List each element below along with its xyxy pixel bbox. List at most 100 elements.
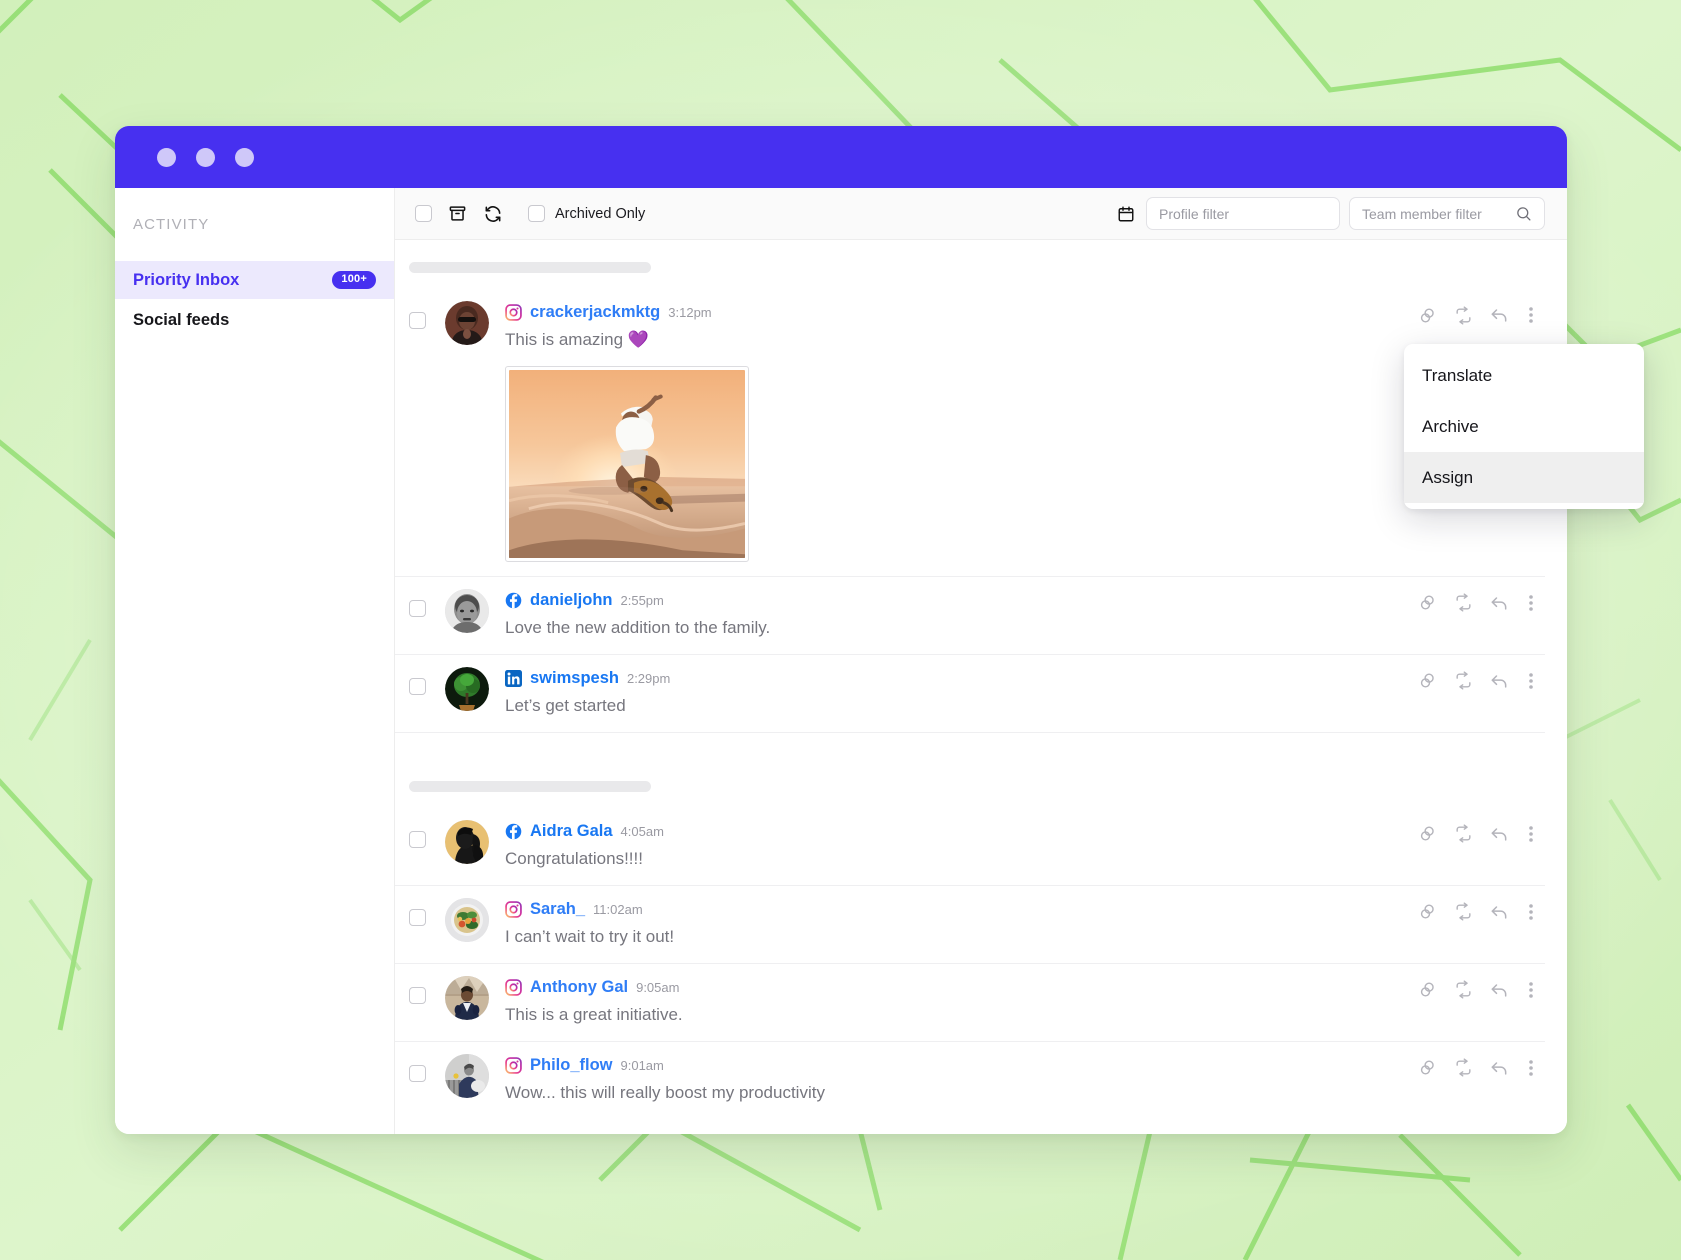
reply-icon[interactable] [1489, 980, 1509, 1000]
context-menu[interactable]: Translate Archive Assign [1404, 344, 1644, 509]
duplicate-icon[interactable] [1417, 980, 1437, 1000]
reply-icon[interactable] [1489, 593, 1509, 613]
message-row[interactable]: swimspesh 2:29pm Let’s get started [395, 655, 1545, 733]
duplicate-icon[interactable] [1417, 671, 1437, 691]
calendar-icon[interactable] [1115, 203, 1137, 225]
message-author[interactable]: Aidra Gala [530, 822, 613, 841]
message-actions [1417, 671, 1537, 691]
message-checkbox[interactable] [409, 830, 426, 848]
message-time: 11:02am [593, 901, 643, 917]
retweet-icon[interactable] [1453, 593, 1473, 613]
message-body: Anthony Gal 9:05am This is a great initi… [505, 976, 1545, 1027]
message-row[interactable]: Anthony Gal 9:05am This is a great initi… [395, 964, 1545, 1042]
retweet-icon[interactable] [1453, 824, 1473, 844]
message-checkbox[interactable] [409, 1064, 426, 1082]
message-author[interactable]: crackerjackmktg [530, 303, 660, 322]
message-row[interactable]: crackerjackmktg 3:12pm This is amazing 💜 [395, 289, 1545, 577]
window-titlebar [115, 126, 1567, 188]
message-text: Wow... this will really boost my product… [505, 1082, 825, 1102]
linkedin-icon [505, 669, 522, 687]
profile-filter-placeholder: Profile filter [1159, 205, 1230, 222]
search-icon[interactable] [1515, 205, 1532, 222]
message-row[interactable]: Sarah_ 11:02am I can’t wait to try it ou… [395, 886, 1545, 964]
main-panel: Archived Only Profile filter Team member… [395, 188, 1567, 1134]
select-all-checkbox[interactable] [415, 205, 432, 222]
message-row[interactable]: Philo_flow 9:01am Wow... this will reall… [395, 1042, 1545, 1119]
archive-icon[interactable] [446, 203, 468, 225]
reply-icon[interactable] [1489, 1058, 1509, 1078]
message-checkbox[interactable] [409, 677, 426, 695]
message-checkbox[interactable] [409, 599, 426, 617]
message-header: swimspesh 2:29pm [505, 669, 1545, 688]
reply-icon[interactable] [1489, 902, 1509, 922]
profile-filter-input[interactable]: Profile filter [1146, 197, 1340, 230]
message-attachment-image[interactable] [505, 365, 749, 562]
date-separator-skeleton [409, 780, 651, 792]
message-time: 9:05am [636, 979, 680, 995]
more-options-icon[interactable] [1525, 1058, 1537, 1078]
message-checkbox[interactable] [409, 312, 426, 329]
message-checkbox[interactable] [409, 986, 426, 1004]
avatar [445, 897, 489, 942]
sidebar-item-social-feeds[interactable]: Social feeds [115, 301, 394, 339]
message-header: Aidra Gala 4:05am [505, 822, 1545, 841]
message-author[interactable]: danieljohn [530, 591, 613, 610]
window-dot-minimize[interactable] [196, 147, 215, 167]
sidebar-item-label: Priority Inbox [133, 270, 240, 289]
message-feed[interactable]: crackerjackmktg 3:12pm This is amazing 💜 [395, 240, 1567, 1134]
app-window: ACTIVITY Priority Inbox 100+ Social feed… [115, 126, 1567, 1134]
reply-icon[interactable] [1489, 671, 1509, 691]
retweet-icon[interactable] [1453, 980, 1473, 1000]
message-header: danieljohn 2:55pm [505, 591, 1545, 610]
message-row[interactable]: danieljohn 2:55pm Love the new addition … [395, 577, 1545, 655]
duplicate-icon[interactable] [1417, 593, 1437, 613]
message-header: Philo_flow 9:01am [505, 1056, 1545, 1075]
avatar [445, 819, 489, 864]
more-options-icon[interactable] [1525, 671, 1537, 691]
menu-item-assign[interactable]: Assign [1404, 452, 1644, 503]
retweet-icon[interactable] [1453, 1058, 1473, 1078]
message-body: Sarah_ 11:02am I can’t wait to try it ou… [505, 898, 1545, 949]
retweet-icon[interactable] [1453, 902, 1473, 922]
message-row[interactable]: Aidra Gala 4:05am Congratulations!!!! [395, 808, 1545, 886]
duplicate-icon[interactable] [1417, 305, 1437, 325]
message-time: 4:05am [620, 823, 664, 839]
avatar [445, 1053, 489, 1098]
message-checkbox[interactable] [409, 908, 426, 926]
message-header: Anthony Gal 9:05am [505, 978, 1545, 997]
duplicate-icon[interactable] [1417, 1058, 1437, 1078]
retweet-icon[interactable] [1453, 305, 1473, 325]
message-header: crackerjackmktg 3:12pm [505, 303, 1545, 322]
duplicate-icon[interactable] [1417, 824, 1437, 844]
more-options-icon[interactable] [1525, 980, 1537, 1000]
instagram-icon [505, 978, 522, 996]
more-options-icon[interactable] [1525, 305, 1537, 325]
message-text: Let’s get started [505, 695, 626, 715]
menu-item-label: Assign [1422, 467, 1474, 487]
archived-only-checkbox[interactable] [528, 205, 545, 222]
message-actions [1417, 902, 1537, 922]
menu-item-archive[interactable]: Archive [1404, 401, 1644, 452]
duplicate-icon[interactable] [1417, 902, 1437, 922]
team-member-filter-input[interactable]: Team member filter [1349, 197, 1545, 230]
avatar [445, 666, 489, 711]
message-actions [1417, 593, 1537, 613]
instagram-icon [505, 1056, 522, 1074]
message-author[interactable]: Philo_flow [530, 1056, 613, 1075]
message-author[interactable]: Anthony Gal [530, 978, 628, 997]
message-author[interactable]: Sarah_ [530, 900, 585, 919]
reply-icon[interactable] [1489, 824, 1509, 844]
window-dot-maximize[interactable] [235, 147, 254, 167]
reply-icon[interactable] [1489, 305, 1509, 325]
menu-item-translate[interactable]: Translate [1404, 350, 1644, 401]
refresh-icon[interactable] [482, 203, 504, 225]
message-author[interactable]: swimspesh [530, 669, 619, 688]
more-options-icon[interactable] [1525, 902, 1537, 922]
more-options-icon[interactable] [1525, 593, 1537, 613]
retweet-icon[interactable] [1453, 671, 1473, 691]
sidebar-item-priority-inbox[interactable]: Priority Inbox 100+ [115, 261, 394, 299]
avatar [445, 301, 489, 345]
archived-only-toggle[interactable]: Archived Only [528, 205, 645, 222]
window-dot-close[interactable] [157, 147, 176, 167]
more-options-icon[interactable] [1525, 824, 1537, 844]
